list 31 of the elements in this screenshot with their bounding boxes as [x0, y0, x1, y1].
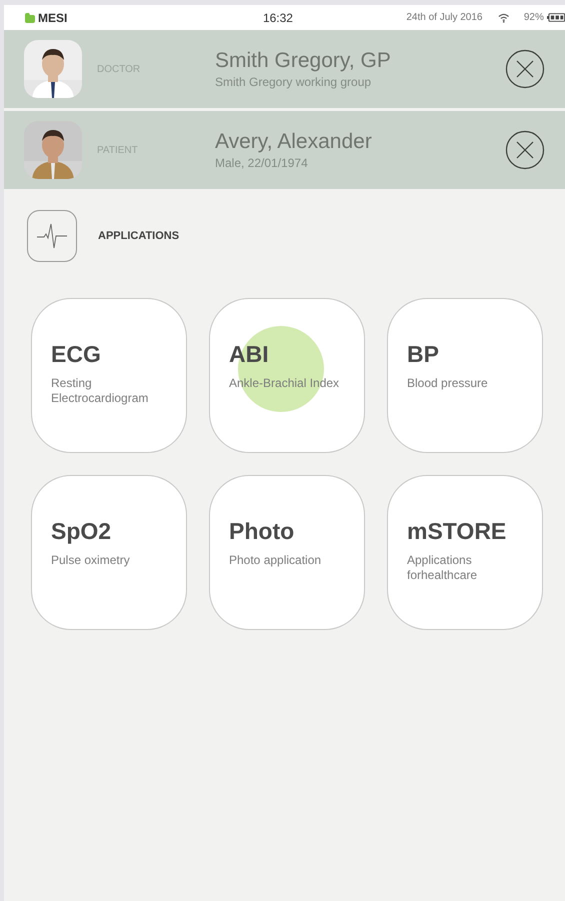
date-text: 24th of July 2016 — [406, 12, 484, 23]
app-subtitle: Resting Electrocardiogram — [51, 376, 150, 406]
app-title: ECG — [51, 341, 102, 368]
close-button[interactable] — [505, 130, 545, 170]
logo-icon — [24, 12, 35, 22]
battery-percent: 92% — [524, 12, 544, 23]
wifi-icon — [498, 12, 510, 22]
app-subtitle: Photo application — [229, 553, 322, 568]
app-name: MESI — [38, 10, 68, 24]
close-button[interactable] — [505, 49, 545, 89]
app-title: BP — [407, 341, 440, 368]
app-subtitle: Pulse oximetry — [51, 553, 131, 568]
app-title: SpO2 — [51, 518, 112, 545]
app-title: ABI — [229, 341, 270, 368]
app-tile[interactable]: ECG Resting Electrocardiogram — [31, 298, 187, 453]
heartbeat-icon — [27, 210, 77, 262]
battery-icon — [546, 13, 565, 22]
app-tile[interactable]: BP Blood pressure — [387, 298, 543, 453]
app-subtitle: Blood pressure — [407, 376, 489, 391]
clock-time: 16:32 — [262, 10, 294, 24]
person-name: Smith Gregory, GP — [215, 49, 392, 73]
person-name: Avery, Alexander — [215, 130, 373, 154]
section-title: APPLICATIONS — [98, 230, 180, 242]
app-title: mSTORE — [407, 518, 508, 545]
app-tile[interactable]: Photo Photo application — [209, 475, 365, 630]
app-tile[interactable]: mSTORE Applications forhealthcare — [387, 475, 543, 630]
app-tile[interactable]: SpO2 Pulse oximetry — [31, 475, 187, 630]
app-subtitle: Applications forhealthcare — [407, 553, 478, 583]
app-title: Photo — [229, 518, 296, 545]
person-detail: Male, 22/01/1974 — [215, 156, 309, 170]
person-detail: Smith Gregory working group — [215, 75, 372, 89]
